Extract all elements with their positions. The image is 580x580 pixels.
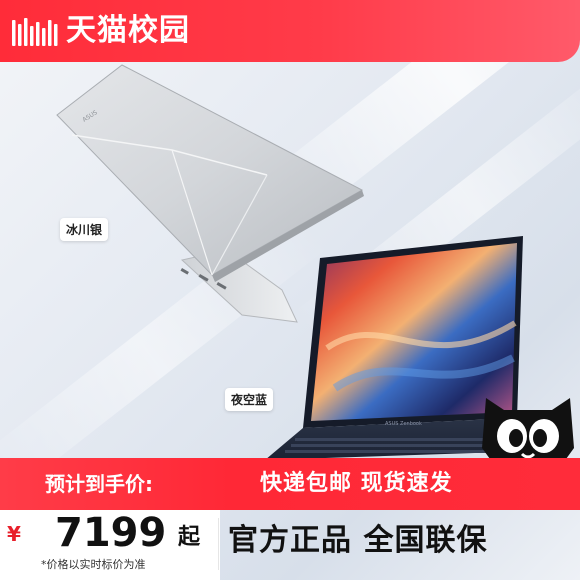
- product-banner: 天猫校园 ASUS 冰川银 ASUS Zenbook 夜空蓝 预计到手价: 快递…: [0, 0, 580, 580]
- price-label: 预计到手价:: [45, 472, 153, 496]
- divider: [218, 518, 219, 570]
- brand-header: 天猫校园: [0, 0, 580, 62]
- price-note: *价格以实时标价为准: [41, 558, 146, 571]
- price-value: 7199: [55, 510, 167, 556]
- color-tag-silver: 冰川银: [60, 218, 109, 241]
- tmall-bars-icon: [12, 18, 58, 46]
- price-suffix: 起: [178, 525, 201, 550]
- currency-symbol: ¥: [7, 522, 21, 546]
- warranty-features: 官方正品 全国联保: [228, 523, 488, 558]
- color-tag-blue: 夜空蓝: [225, 388, 274, 411]
- shipping-features: 快递包邮 现货速发: [260, 471, 453, 496]
- brand-name: 天猫校园: [66, 13, 190, 48]
- svg-text:ASUS Zenbook: ASUS Zenbook: [385, 421, 422, 427]
